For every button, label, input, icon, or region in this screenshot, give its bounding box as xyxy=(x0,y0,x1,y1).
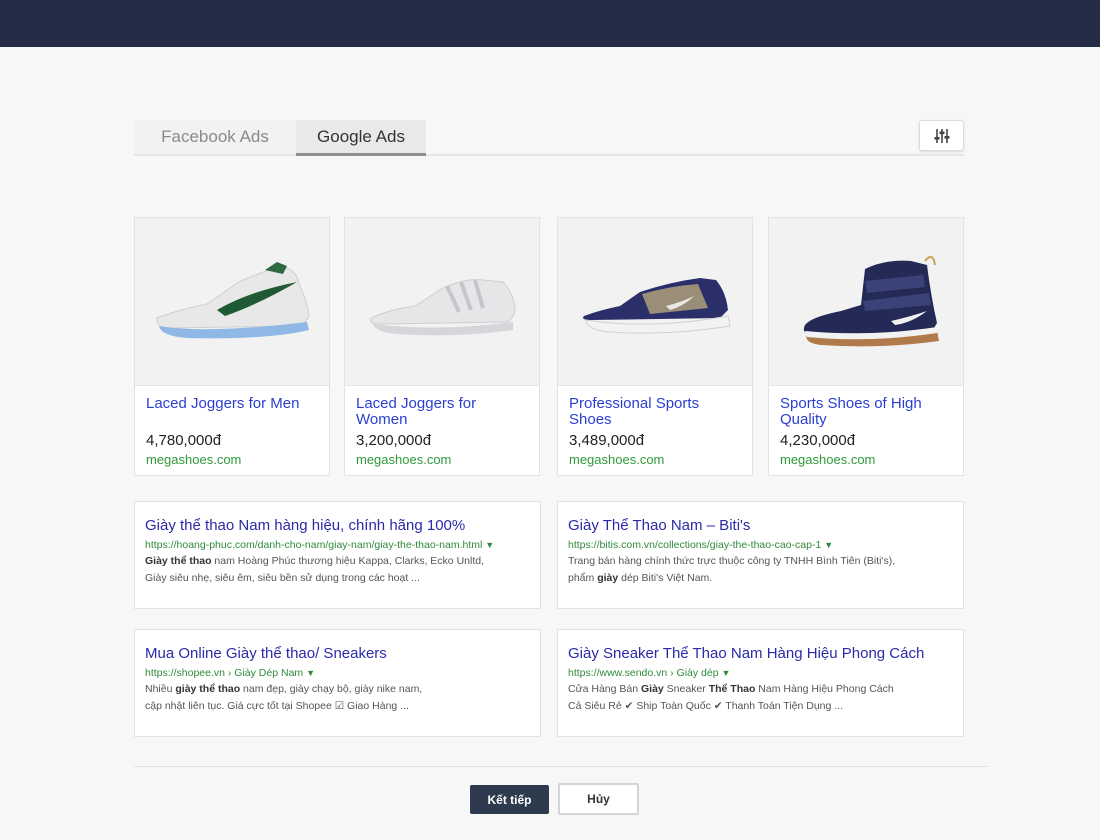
dropdown-caret-icon[interactable]: ▼ xyxy=(485,540,494,550)
top-bar xyxy=(0,0,1100,47)
filter-button[interactable] xyxy=(919,120,964,151)
search-ad[interactable]: Giày Thể Thao Nam – Biti's https://bitis… xyxy=(557,501,964,609)
product-price: 4,230,000đ xyxy=(780,432,856,449)
ad-url: https://hoang-phuc.com/danh-cho-nam/giay… xyxy=(145,539,495,551)
ad-title[interactable]: Giày thể thao Nam hàng hiệu, chính hãng … xyxy=(145,516,530,536)
ad-description: Cửa Hàng Bán Giày Sneaker Thể Thao Nam H… xyxy=(568,683,894,712)
product-card[interactable]: Laced Joggers for Men 4,780,000đ megasho… xyxy=(134,217,330,476)
product-card[interactable]: Professional Sports Shoes 3,489,000đ meg… xyxy=(557,217,753,476)
ad-url: https://shopee.vn › Giày Dép Nam ▼ xyxy=(145,667,315,679)
dropdown-caret-icon[interactable]: ▼ xyxy=(306,668,315,678)
tab-facebook-ads[interactable]: Facebook Ads xyxy=(134,120,296,154)
dropdown-caret-icon[interactable]: ▼ xyxy=(824,540,833,550)
ad-title[interactable]: Giày Sneaker Thể Thao Nam Hàng Hiệu Phon… xyxy=(568,644,953,664)
product-image xyxy=(769,218,963,386)
ad-type-tabs: Facebook Ads Google Ads xyxy=(134,120,964,156)
product-title[interactable]: Professional Sports Shoes xyxy=(569,396,744,428)
ad-url: https://bitis.com.vn/collections/giay-th… xyxy=(568,539,834,551)
ad-description: Nhiều giày thể thao nam đẹp, giày chạy b… xyxy=(145,683,423,712)
product-domain: megashoes.com xyxy=(780,452,876,467)
dropdown-caret-icon[interactable]: ▼ xyxy=(722,668,731,678)
ad-description: Trang bán hàng chính thức trực thuộc côn… xyxy=(568,555,896,584)
cancel-button[interactable]: Hủy xyxy=(558,783,639,815)
next-button[interactable]: Kết tiếp xyxy=(470,785,549,814)
product-image xyxy=(345,218,539,386)
ad-title[interactable]: Giày Thể Thao Nam – Biti's xyxy=(568,516,953,536)
search-ad[interactable]: Mua Online Giày thể thao/ Sneakers https… xyxy=(134,629,541,737)
product-price: 4,780,000đ xyxy=(146,432,222,449)
divider xyxy=(134,766,988,767)
ad-url: https://www.sendo.vn › Giày dép ▼ xyxy=(568,667,731,679)
tab-google-ads[interactable]: Google Ads xyxy=(296,120,426,156)
sliders-icon xyxy=(934,128,949,143)
ad-description: Giày thể thao nam Hoàng Phúc thương hiệu… xyxy=(145,555,484,584)
sneaker-image xyxy=(583,277,731,334)
search-ad[interactable]: Giày Sneaker Thể Thao Nam Hàng Hiệu Phon… xyxy=(557,629,964,737)
product-title[interactable]: Sports Shoes of High Quality xyxy=(780,396,955,428)
product-image xyxy=(135,218,329,386)
sneaker-image xyxy=(370,278,516,335)
sneaker-image xyxy=(156,261,310,338)
product-card[interactable]: Sports Shoes of High Quality 4,230,000đ … xyxy=(768,217,964,476)
ad-title[interactable]: Mua Online Giày thể thao/ Sneakers xyxy=(145,644,530,664)
hightop-sneaker-image xyxy=(803,255,939,346)
product-card[interactable]: Laced Joggers for Women 3,200,000đ megas… xyxy=(344,217,540,476)
product-image xyxy=(558,218,752,386)
product-domain: megashoes.com xyxy=(569,452,665,467)
product-domain: megashoes.com xyxy=(146,452,242,467)
product-price: 3,200,000đ xyxy=(356,432,432,449)
product-title[interactable]: Laced Joggers for Men xyxy=(146,396,321,412)
product-domain: megashoes.com xyxy=(356,452,452,467)
product-title[interactable]: Laced Joggers for Women xyxy=(356,396,531,428)
search-ad[interactable]: Giày thể thao Nam hàng hiệu, chính hãng … xyxy=(134,501,541,609)
product-price: 3,489,000đ xyxy=(569,432,645,449)
